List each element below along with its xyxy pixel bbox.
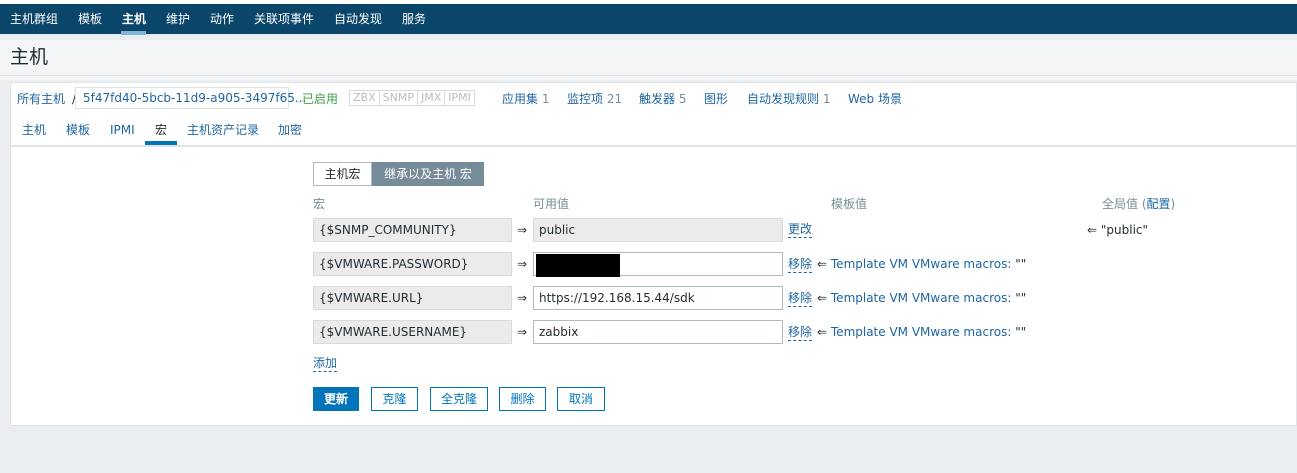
column-template-value: 模板值	[831, 197, 868, 211]
macro-name-field: {$VMWARE.USERNAME}	[313, 320, 512, 344]
nav-services[interactable]: 服务	[402, 11, 426, 27]
remove-link[interactable]: 移除	[788, 290, 813, 307]
tab-active-indicator	[145, 141, 177, 145]
column-global-value: 全局值 (配置)	[1102, 197, 1176, 211]
nav-discovery[interactable]: 自动发现	[334, 11, 382, 27]
tab-macros[interactable]: 宏	[155, 122, 167, 138]
template-value: ⇐ Template VM VMware macros: ""	[817, 325, 1027, 339]
arrow-right-icon: ⇒	[517, 223, 528, 237]
remove-link[interactable]: 移除	[788, 324, 813, 341]
badge-snmp: SNMP	[380, 91, 418, 105]
template-link[interactable]: Template VM VMware macros:	[831, 291, 1012, 305]
header-divider	[0, 75, 1297, 76]
badge-jmx: JMX	[418, 91, 446, 105]
nav-maintenance[interactable]: 维护	[166, 11, 190, 27]
link-graphs[interactable]: 图形	[704, 91, 728, 107]
arrow-left-icon: ⇐	[817, 257, 828, 271]
tab-ipmi[interactable]: IPMI	[110, 122, 135, 138]
full-clone-button[interactable]: 全克隆	[430, 387, 488, 411]
cancel-button[interactable]: 取消	[557, 387, 605, 411]
form-tabs: 主机 模板 IPMI 宏 主机资产记录 加密	[10, 116, 1297, 146]
link-applications[interactable]: 应用集 1	[502, 91, 549, 107]
inherited-macros-toggle[interactable]: 继承以及主机 宏	[372, 162, 484, 186]
nav-actions[interactable]: 动作	[210, 11, 234, 27]
link-items[interactable]: 监控项 21	[567, 91, 622, 107]
host-macros-toggle[interactable]: 主机宏	[313, 162, 372, 186]
template-link[interactable]: Template VM VMware macros:	[831, 257, 1012, 271]
badge-ipmi: IPMI	[448, 91, 471, 104]
column-effective-value: 可用值	[533, 197, 570, 211]
tab-inventory[interactable]: 主机资产记录	[187, 122, 259, 138]
remove-link[interactable]: 移除	[788, 256, 813, 273]
macro-name-field: {$SNMP_COMMUNITY}	[313, 218, 512, 242]
nav-templates[interactable]: 模板	[78, 11, 102, 27]
macro-value-field[interactable]: https://192.168.15.44/sdk	[533, 286, 783, 310]
clone-button[interactable]: 克隆	[371, 387, 418, 411]
arrow-left-icon: ⇐	[1087, 223, 1098, 237]
macro-value-field[interactable]: zabbix	[533, 320, 783, 344]
header-band	[0, 40, 1297, 80]
macro-value-field[interactable]: public	[533, 218, 783, 242]
macro-value-field[interactable]	[533, 252, 783, 277]
breadcrumb-host[interactable]: 5f47fd40-5bcb-11d9-a905-3497f65...	[75, 87, 306, 109]
link-web-scenarios[interactable]: Web 场景	[848, 91, 902, 107]
nav-host-groups[interactable]: 主机群组	[10, 11, 58, 27]
badge-zbx: ZBX	[350, 91, 380, 105]
add-macro-link[interactable]: 添加	[313, 355, 338, 372]
nav-event-correlation[interactable]: 关联项事件	[254, 11, 314, 27]
change-link[interactable]: 更改	[788, 221, 813, 238]
page-title: 主机	[10, 46, 49, 68]
top-navigation: 主机群组 模板 主机 维护 动作 关联项事件 自动发现 服务	[0, 0, 1297, 35]
arrow-left-icon: ⇐	[817, 325, 828, 339]
status-enabled[interactable]: 已启用	[302, 91, 338, 107]
breadcrumb: 所有主机 / 5f47fd40-5bcb-11d9-a905-3497f65..…	[10, 82, 1297, 116]
template-value: ⇐ Template VM VMware macros: ""	[817, 257, 1027, 271]
macro-name-field: {$VMWARE.URL}	[313, 286, 512, 310]
arrow-right-icon: ⇒	[517, 257, 528, 271]
macro-name-field: {$VMWARE.PASSWORD}	[313, 252, 512, 276]
link-discovery-rules[interactable]: 自动发现规则 1	[747, 91, 830, 107]
nav-hosts[interactable]: 主机	[122, 11, 146, 27]
delete-button[interactable]: 删除	[499, 387, 546, 411]
breadcrumb-all-hosts[interactable]: 所有主机	[17, 91, 65, 107]
tab-templates[interactable]: 模板	[66, 122, 90, 138]
column-macro: 宏	[313, 197, 326, 211]
template-link[interactable]: Template VM VMware macros:	[831, 325, 1012, 339]
arrow-right-icon: ⇒	[517, 291, 528, 305]
tab-host[interactable]: 主机	[22, 122, 46, 138]
global-value: ⇐ "public"	[1087, 223, 1149, 237]
nav-active-indicator	[121, 31, 146, 35]
redacted-value	[536, 254, 620, 277]
update-button[interactable]: 更新	[313, 387, 359, 411]
template-value: ⇐ Template VM VMware macros: ""	[817, 291, 1027, 305]
arrow-right-icon: ⇒	[517, 325, 528, 339]
link-triggers[interactable]: 触发器 5	[639, 91, 686, 107]
breadcrumb-host-name: 5f47fd40-5bcb-11d9-a905-3497f65...	[83, 91, 307, 105]
tab-encryption[interactable]: 加密	[278, 122, 302, 138]
arrow-left-icon: ⇐	[817, 291, 828, 305]
global-config-link[interactable]: 配置	[1147, 197, 1171, 211]
availability-badges: ZBX SNMP JMX IPMI	[349, 90, 475, 106]
